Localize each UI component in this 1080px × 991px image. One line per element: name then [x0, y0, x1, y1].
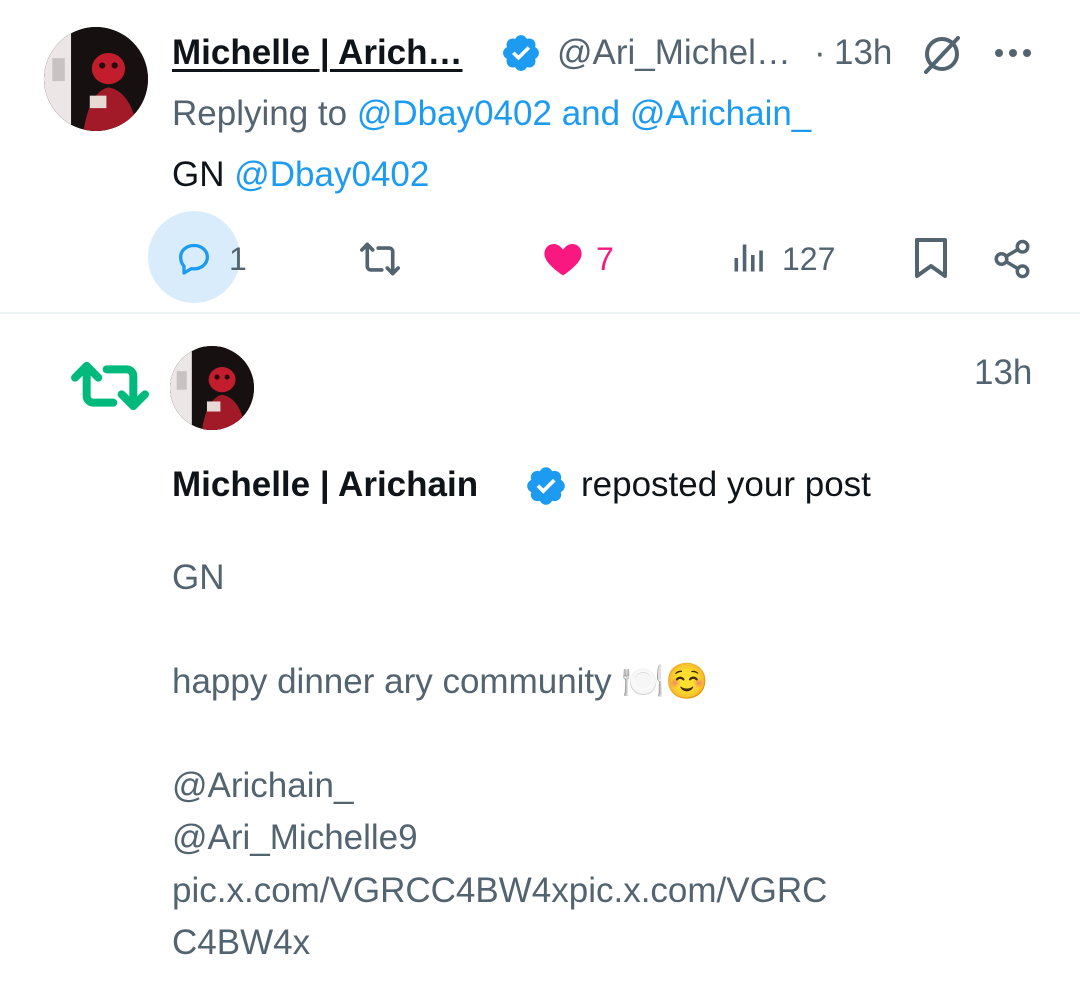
share-icon[interactable] [991, 238, 1033, 280]
bookmark-icon[interactable] [913, 236, 949, 280]
author-name[interactable]: Michelle | Arich… [172, 33, 463, 73]
grok-icon[interactable] [918, 30, 966, 78]
notification-time: 13h [974, 353, 1033, 392]
replying-to-line: Replying to @Dbay0402 and @Arichain_ [172, 94, 811, 134]
reposter-avatar[interactable] [170, 346, 254, 430]
views-count[interactable]: 127 [782, 241, 835, 278]
repost-icon[interactable] [358, 239, 402, 279]
mention-dbay[interactable]: @Dbay0402 [357, 94, 552, 133]
reply-icon[interactable] [174, 238, 214, 278]
time-separator: · [814, 33, 826, 72]
post-body-mention[interactable]: @Dbay0402 [234, 155, 429, 194]
author-avatar[interactable] [44, 27, 148, 131]
reposted-text-line2: happy dinner ary community 🍽️☺️ [172, 661, 709, 702]
reply-count[interactable]: 1 [229, 241, 247, 278]
dinner-emoji: 🍽️☺️ [621, 662, 709, 701]
views-icon[interactable] [730, 240, 766, 276]
post-divider [0, 312, 1080, 314]
replying-to-label: Replying to [172, 94, 348, 133]
reposter-verified-badge-icon [524, 464, 568, 508]
like-icon[interactable] [542, 238, 584, 278]
repost-line: Michelle | Arichain [172, 465, 478, 505]
like-count[interactable]: 7 [596, 241, 614, 278]
reposted-pic-link-continued[interactable]: C4BW4x [172, 923, 310, 963]
author-handle[interactable]: @Ari_Michel… [557, 33, 791, 73]
repost-action-text: reposted your post [581, 465, 871, 504]
more-icon[interactable] [993, 46, 1033, 60]
reposter-name[interactable]: Michelle | Arichain [172, 465, 478, 504]
reposted-mention-ari-michelle[interactable]: @Ari_Michelle9 [172, 818, 418, 858]
reposted-text-line2-text: happy dinner ary community [172, 662, 612, 701]
post-body: GN @Dbay0402 [172, 155, 429, 195]
verified-badge-icon [500, 32, 542, 74]
post-body-text: GN [172, 155, 225, 194]
post-time[interactable]: 13h [834, 33, 892, 73]
reposted-mention-arichain[interactable]: @Arichain_ [172, 766, 353, 806]
reposted-text-line1: GN [172, 558, 225, 597]
replying-and: and [561, 94, 621, 133]
repost-notification-icon [70, 356, 150, 416]
mention-arichain[interactable]: @Arichain_ [630, 94, 811, 133]
reposted-pic-link[interactable]: pic.x.com/VGRCC4BW4xpic.x.com/VGRC [172, 871, 827, 911]
